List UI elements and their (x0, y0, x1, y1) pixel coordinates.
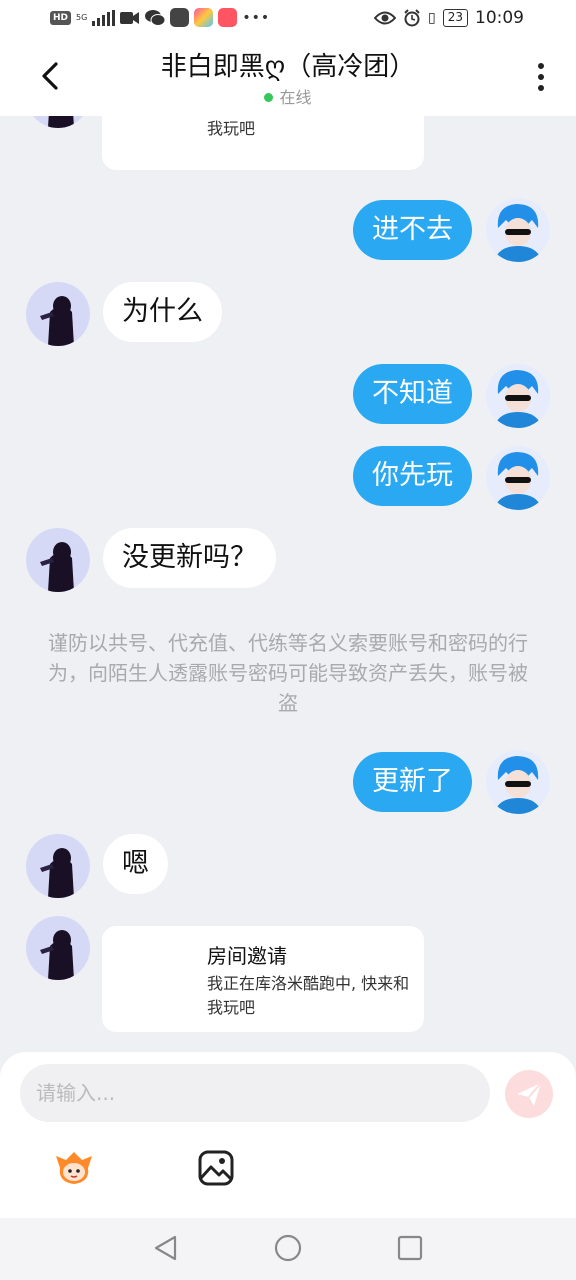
image-button[interactable] (192, 1144, 240, 1192)
wechat-icon (145, 9, 166, 26)
more-options-button[interactable] (534, 60, 548, 96)
circle-home-icon (274, 1234, 302, 1262)
battery-level: 23 (442, 9, 468, 27)
nav-home-button[interactable] (273, 1233, 303, 1263)
invite-description: 我正在库洛米酷跑中, 快来和我玩吧 (207, 974, 410, 1017)
message-bubble-received[interactable]: 没更新吗？ (103, 528, 276, 588)
send-icon (517, 1082, 542, 1106)
system-nav-bar (0, 1218, 576, 1280)
status-bar-left: HD 5G ••• (50, 8, 270, 27)
square-recents-icon (397, 1235, 423, 1261)
message-bubble-sent[interactable]: 进不去 (353, 200, 472, 260)
message-bubble-sent[interactable]: 不知道 (353, 364, 472, 424)
nav-back-button[interactable] (150, 1233, 180, 1263)
security-notice: 谨防以共号、代充值、代练等名义索要账号和密码的行为，向陌生人透露账号密码可能导致… (48, 631, 528, 715)
online-status-label: 在线 (279, 88, 312, 107)
my-avatar[interactable] (486, 198, 550, 262)
room-invite-card[interactable]: 我正在库洛米酷跑中, 快来和我玩吧 (102, 116, 424, 170)
triangle-back-icon (154, 1235, 177, 1261)
alarm-icon (404, 9, 420, 27)
contact-avatar[interactable] (26, 834, 90, 898)
composer-panel (0, 1052, 576, 1218)
message-bubble-received[interactable]: 为什么 (103, 282, 222, 342)
send-button[interactable] (505, 1070, 553, 1118)
image-icon (198, 1150, 234, 1186)
contact-avatar[interactable] (26, 116, 90, 128)
invite-title: 房间邀请 (207, 944, 287, 968)
my-avatar[interactable] (486, 364, 550, 428)
online-dot (264, 93, 274, 102)
message-bubble-sent[interactable]: 你先玩 (353, 446, 472, 506)
status-bar: HD 5G ••• ▯ 23 10:09 (0, 0, 576, 38)
message-input[interactable] (20, 1064, 490, 1122)
eye-icon (374, 11, 396, 25)
my-avatar[interactable] (486, 750, 550, 814)
clock: 10:09 (475, 8, 524, 28)
video-camera-icon (120, 11, 140, 24)
message-bubble-sent[interactable]: 更新了 (353, 752, 472, 812)
more-notifications-icon: ••• (242, 9, 271, 26)
my-avatar[interactable] (486, 446, 550, 510)
signal-icon (92, 9, 116, 26)
chat-title: 非白即黑ღ（高冷团） (160, 52, 416, 82)
online-status: 在线 (0, 84, 576, 108)
contact-avatar[interactable] (26, 916, 90, 980)
sticker-icon (56, 1152, 92, 1184)
hd-badge: HD (50, 10, 72, 25)
contact-avatar[interactable] (26, 282, 90, 346)
contact-avatar[interactable] (26, 528, 90, 592)
colorful-app-icon (194, 8, 214, 27)
room-invite-card[interactable]: 房间邀请 我正在库洛米酷跑中, 快来和我玩吧 (102, 926, 424, 1032)
nav-recents-button[interactable] (395, 1233, 425, 1263)
status-bar-right: ▯ 23 10:09 (374, 8, 524, 28)
chat-header: 非白即黑ღ（高冷团） 在线 (0, 38, 576, 116)
shopping-app-icon (170, 8, 190, 27)
invite-description: 我正在库洛米酷跑中, 快来和我玩吧 (207, 119, 256, 138)
vibrate-icon: ▯ (428, 10, 436, 26)
book-app-icon (218, 8, 238, 27)
network-label: 5G (76, 12, 88, 22)
sticker-button[interactable] (50, 1144, 98, 1192)
message-bubble-received[interactable]: 嗯 (103, 834, 168, 894)
message-list[interactable]: 我正在库洛米酷跑中, 快来和我玩吧 进不去 为什么 不知道 你先玩 没更新吗？ … (0, 116, 576, 1052)
